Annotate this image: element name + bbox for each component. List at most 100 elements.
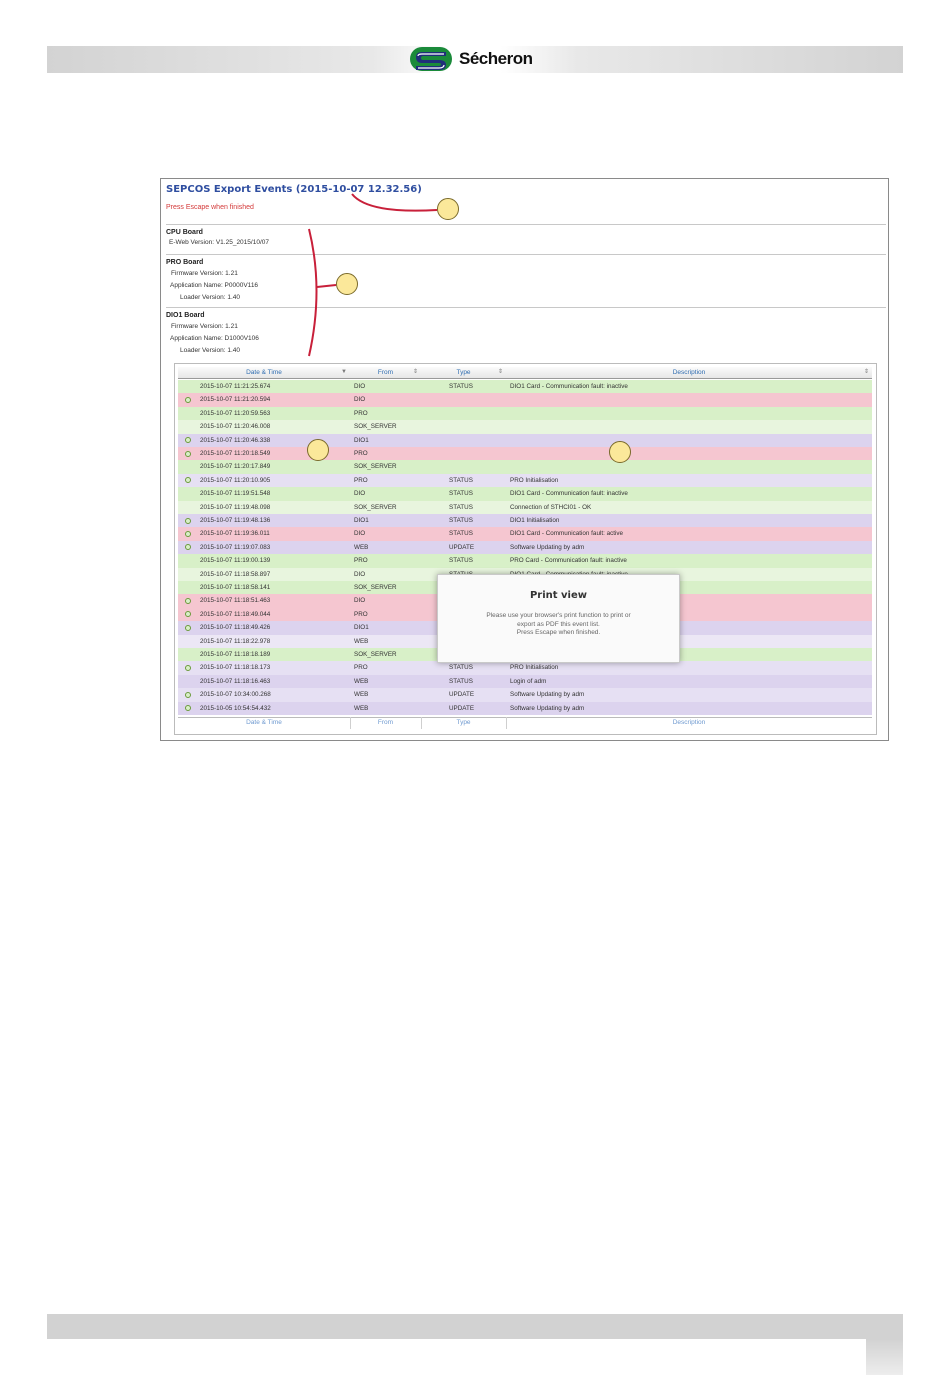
cell-description: DIO1 Initialisation <box>510 517 560 524</box>
cell-date: 2015-10-07 11:20:46.008 <box>200 423 271 431</box>
sort-icon: ⇕ <box>863 369 869 375</box>
table-header: Date & Time ▼ From ⇕ Type ⇕ Description ⇕ <box>178 367 872 379</box>
cell-from: PRO <box>354 610 368 618</box>
dialog-title: Print view <box>529 590 588 601</box>
divider <box>166 224 886 225</box>
cell-type: UPDATE <box>449 691 475 699</box>
board-name-cpu: CPU Board <box>166 229 203 236</box>
table-row: 2015-10-07 11:19:36.011 DIO STATUS DIO1 Car… <box>178 527 872 541</box>
cell-date: 2015-10-07 11:19:00.139 <box>200 557 271 565</box>
cell-description: Software Updating by adm <box>510 704 585 712</box>
table-row: 2015-10-07 11:20:46.008 SOK_SERVER <box>178 420 872 434</box>
column-header-from[interactable]: From ⇕ <box>350 367 421 378</box>
cell-from: DIO <box>354 396 366 404</box>
board-line: Loader Version: 1.40 <box>180 294 240 301</box>
table-row: 2015-10-07 11:20:59.563 PRO <box>178 406 872 421</box>
cell-date: 2015-10-07 11:20:17.849 <box>200 463 271 471</box>
cell-from: SOK_SERVER <box>354 503 397 511</box>
divider <box>166 254 886 255</box>
table-row: 2015-10-07 11:18:16.463 WEB STATUS Login of… <box>178 674 872 689</box>
cell-type: UPDATE <box>449 543 475 551</box>
events-table: Date & Time ▼ From ⇕ Type ⇕ Description ⇕ 20… <box>174 363 877 735</box>
event-status-icon <box>185 705 191 712</box>
cell-date: 2015-10-07 11:18:18.173 <box>200 664 271 672</box>
cell-from: PRO <box>354 664 368 672</box>
cell-from: WEB <box>354 677 369 685</box>
footer-label-date: Date & Time <box>246 719 282 726</box>
cell-from: PRO <box>354 450 368 457</box>
cell-from: WEB <box>354 637 369 645</box>
event-status-icon <box>185 664 191 671</box>
cell-date: 2015-10-05 10:54:54.432 <box>200 704 271 712</box>
event-status-icon <box>185 691 191 698</box>
table-row: 2015-10-07 11:19:00.139 PRO STATUS PRO Card… <box>178 554 872 568</box>
event-status-icon <box>185 396 191 403</box>
column-divider <box>421 717 422 729</box>
callout-marker <box>336 273 358 295</box>
cell-date: 2015-10-07 11:19:48.098 <box>200 503 271 511</box>
cell-from: DIO <box>354 530 366 538</box>
cell-date: 2015-10-07 11:21:20.594 <box>200 396 271 404</box>
brand-name: Sécheron <box>459 49 533 68</box>
table-row: 2015-10-07 11:20:46.338 DIO1 <box>178 433 872 447</box>
board-line: Application Name: D1000V106 <box>170 335 259 342</box>
cell-date: 2015-10-07 11:20:10.905 <box>200 476 271 484</box>
board-name-pro: PRO Board <box>166 259 204 266</box>
table-row: 2015-10-07 11:18:18.173 PRO STATUS PRO Init… <box>178 661 872 675</box>
cell-from: PRO <box>354 409 368 417</box>
dialog-line: Press Escape when finished. <box>516 629 601 636</box>
cell-description: PRO Initialisation <box>510 664 559 672</box>
table-row: 2015-10-05 10:54:54.432 WEB UPDATE Software… <box>178 701 872 715</box>
cell-date: 2015-10-07 10:34:00.268 <box>200 691 271 699</box>
sort-icon: ⇕ <box>412 369 418 375</box>
cell-description: Login of adm <box>510 677 547 685</box>
cell-date: 2015-10-07 11:19:36.011 <box>200 530 270 538</box>
secheron-logo-icon <box>410 47 452 71</box>
cell-description: Connection of STHCI01 - OK <box>510 503 592 511</box>
event-status-icon <box>185 544 191 551</box>
cell-date: 2015-10-07 11:18:51.463 <box>200 597 271 605</box>
dialog-line: export as PDF this event list. <box>517 620 600 628</box>
cell-from: WEB <box>354 704 369 712</box>
cell-from: DIO1 <box>354 517 369 524</box>
board-line: Loader Version: 1.40 <box>180 347 240 354</box>
export-events-screenshot: SEPCOS Export Events (2015-10-07 12.32.5… <box>160 178 889 741</box>
table-row: 2015-10-07 11:19:48.136 DIO1 STATUS DIO1 In… <box>178 514 872 528</box>
escape-note: Press Escape when finished <box>166 204 254 211</box>
cell-date: 2015-10-07 11:20:59.563 <box>200 409 271 417</box>
table-row: 2015-10-07 11:20:10.905 PRO STATUS PRO Init… <box>178 473 872 488</box>
cell-from: DIO <box>354 383 366 390</box>
event-status-icon <box>185 530 191 537</box>
callout-marker <box>307 439 329 461</box>
cell-description: DIO1 Card - Communication fault: active <box>510 530 624 538</box>
cell-from: SOK_SERVER <box>354 584 397 591</box>
cell-type: STATUS <box>449 530 473 538</box>
cell-type: STATUS <box>449 476 473 484</box>
callout-marker <box>609 441 631 463</box>
column-divider <box>506 717 507 729</box>
cell-date: 2015-10-07 11:20:46.338 <box>200 436 271 444</box>
cell-date: 2015-10-07 11:18:49.426 <box>200 624 271 632</box>
column-header-description[interactable]: Description ⇕ <box>506 367 872 378</box>
board-line: Firmware Version: 1.21 <box>171 323 238 330</box>
cell-type: STATUS <box>449 503 473 511</box>
cell-from: DIO <box>354 490 366 498</box>
dialog-line: Please use your browser's print function… <box>486 612 631 619</box>
footer-label-type: Type <box>456 719 471 726</box>
cell-type: STATUS <box>449 517 473 524</box>
cell-from: WEB <box>354 543 369 551</box>
cell-type: STATUS <box>449 664 473 672</box>
table-row: 2015-10-07 11:20:17.849 SOK_SERVER <box>178 460 872 474</box>
cell-from: DIO1 <box>354 624 369 632</box>
cell-from: DIO <box>354 597 366 605</box>
cell-date: 2015-10-07 11:19:51.548 <box>200 490 271 498</box>
event-status-icon <box>185 477 191 484</box>
cell-from: DIO1 <box>354 436 369 444</box>
cell-type: STATUS <box>449 677 473 685</box>
column-header-type[interactable]: Type ⇕ <box>421 367 506 378</box>
table-row: 2015-10-07 11:19:48.098 SOK_SERVER STATUS C… <box>178 500 872 514</box>
divider <box>166 307 886 308</box>
page-title: SEPCOS Export Events (2015-10-07 12.32.5… <box>166 184 422 195</box>
column-header-date[interactable]: Date & Time ▼ <box>178 367 350 378</box>
table-row: 2015-10-07 11:21:25.674 DIO STATUS DIO1 Car… <box>178 380 872 394</box>
